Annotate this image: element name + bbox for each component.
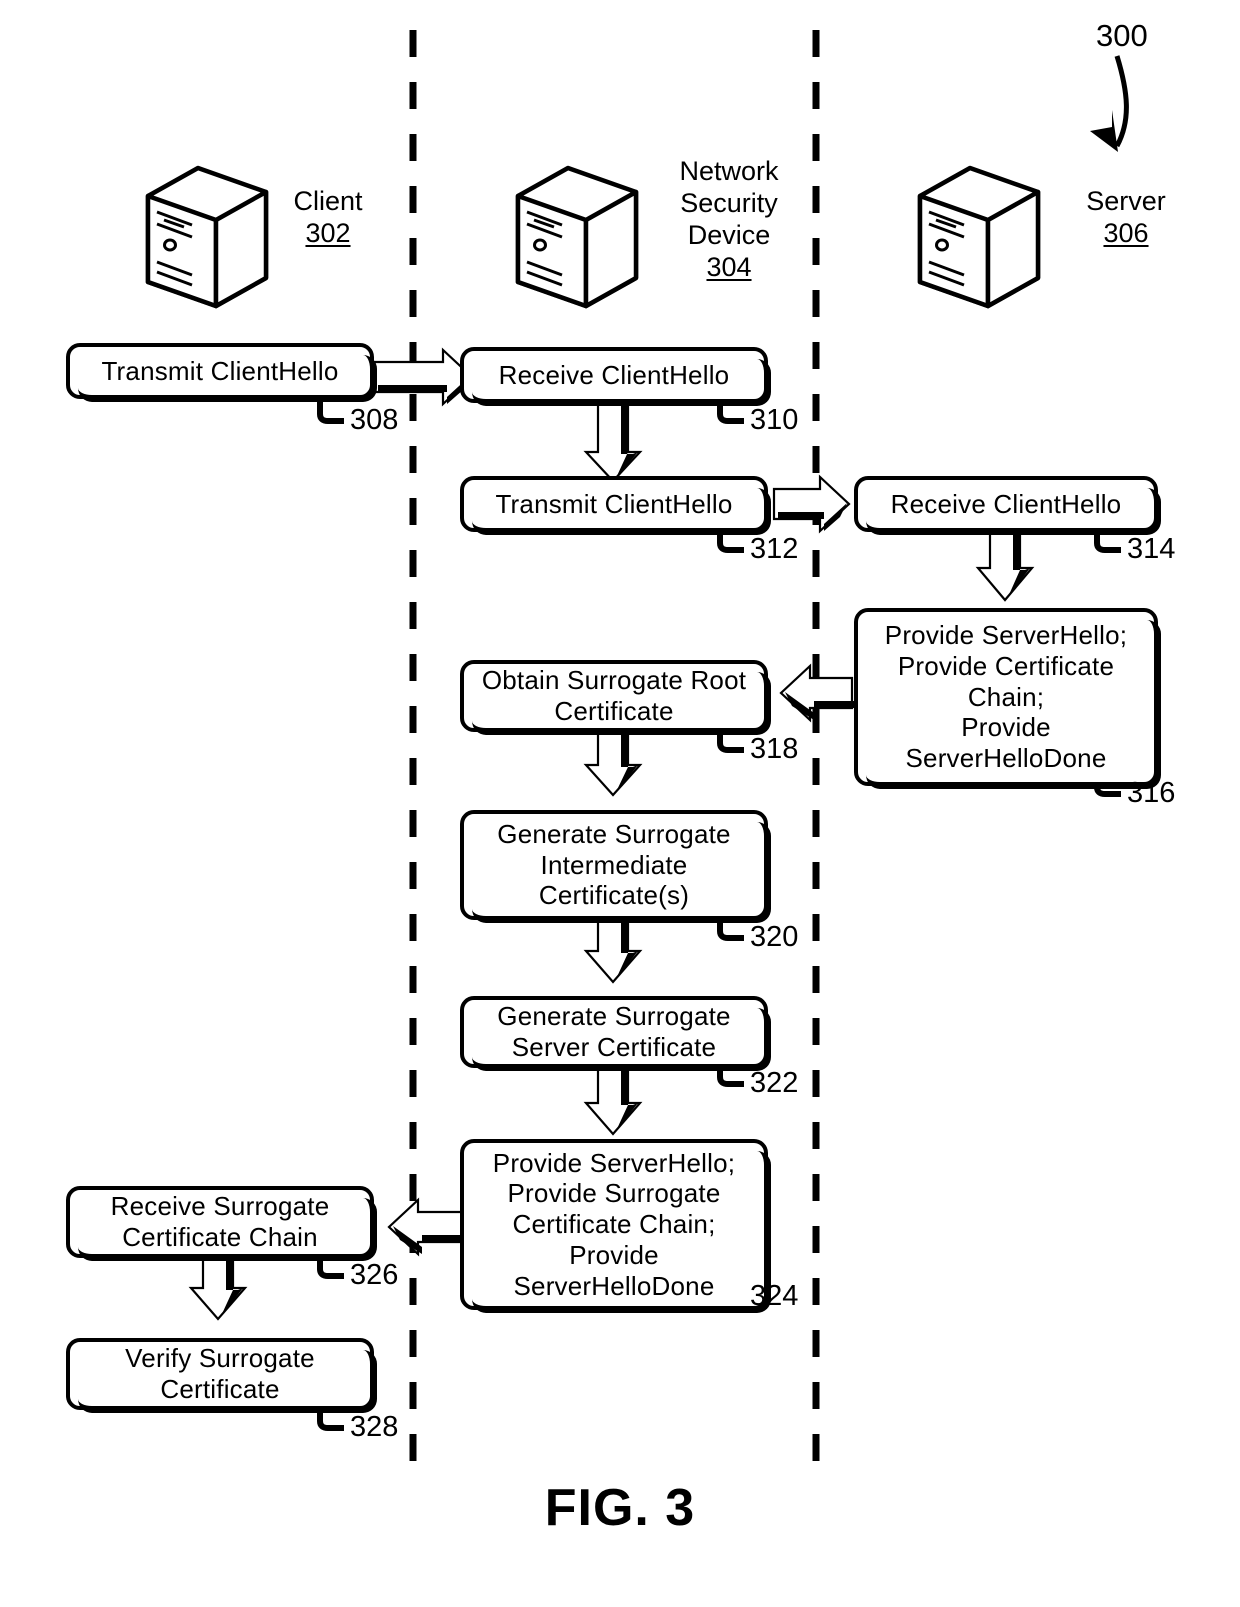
process-box-316-line3: Chain; — [967, 681, 1045, 712]
process-box-320-line1: Generate Surrogate — [497, 818, 731, 849]
lane-heading-nsd: Network Security Device 304 — [646, 155, 812, 284]
process-box-320-line2: Intermediate — [540, 849, 688, 880]
process-box-324[interactable]: Provide ServerHello; Provide Surrogate C… — [460, 1139, 771, 1313]
process-box-316-line4: Provide — [961, 712, 1051, 743]
process-box-322[interactable]: Generate Surrogate Server Certificate — [460, 996, 771, 1071]
process-box-316-line2: Provide Certificate — [897, 650, 1115, 681]
patent-figure-3: 300 Client 302 Network Security Device 3… — [0, 0, 1240, 1607]
reference-numeral-320: 320 — [750, 921, 799, 953]
flow-arrow-320-to-322 — [583, 918, 643, 984]
process-box-312[interactable]: Transmit ClientHello — [460, 476, 771, 535]
computer-tower-icon-nsd — [515, 165, 639, 309]
process-box-320-line3: Certificate(s) — [538, 880, 690, 911]
process-box-318[interactable]: Obtain Surrogate Root Certificate — [460, 660, 771, 735]
process-box-324-line1: Provide ServerHello; — [492, 1147, 736, 1178]
lane-heading-client: Client 302 — [248, 185, 408, 249]
lane-heading-server: Server 306 — [1046, 185, 1206, 249]
process-box-316[interactable]: Provide ServerHello; Provide Certificate… — [854, 608, 1161, 789]
lane-title-nsd-line3: Device — [687, 220, 771, 251]
figure-reference-number: 300 — [1096, 18, 1148, 53]
computer-tower-icon-server — [917, 165, 1041, 309]
reference-numeral-308: 308 — [350, 404, 399, 436]
reference-numeral-326: 326 — [350, 1259, 399, 1291]
figure-number-leader-arrow — [1090, 55, 1129, 152]
lane-ref-client: 302 — [305, 218, 351, 249]
lane-ref-server: 306 — [1103, 218, 1149, 249]
flow-arrow-314-to-316 — [975, 530, 1035, 602]
process-box-324-line2: Provide Surrogate — [507, 1178, 721, 1209]
process-box-326-line1: Receive Surrogate — [110, 1191, 330, 1222]
flow-arrow-308-to-310 — [372, 347, 474, 407]
process-box-316-line5: ServerHelloDone — [905, 743, 1107, 773]
process-box-310[interactable]: Receive ClientHello — [460, 347, 771, 406]
flow-arrow-322-to-324 — [583, 1064, 643, 1136]
process-box-322-line1: Generate Surrogate — [497, 1001, 731, 1032]
process-box-320[interactable]: Generate Surrogate Intermediate Certific… — [460, 810, 771, 923]
leader-hook-308 — [317, 397, 344, 424]
process-box-318-line1: Obtain Surrogate Root — [481, 665, 747, 696]
flow-arrow-312-to-314 — [772, 474, 851, 534]
reference-numeral-314: 314 — [1127, 533, 1176, 565]
process-box-328-line2: Certificate — [160, 1374, 280, 1404]
process-box-308[interactable]: Transmit ClientHello — [66, 343, 377, 402]
process-box-312-line1: Transmit ClientHello — [495, 488, 733, 519]
flow-arrow-324-to-326 — [387, 1197, 466, 1257]
reference-numeral-318: 318 — [750, 733, 799, 765]
reference-numeral-328: 328 — [350, 1411, 399, 1443]
reference-numeral-316: 316 — [1127, 777, 1176, 809]
lane-ref-nsd: 304 — [706, 252, 752, 283]
process-box-322-line2: Server Certificate — [511, 1032, 717, 1062]
process-box-326[interactable]: Receive Surrogate Certificate Chain — [66, 1186, 377, 1261]
process-box-324-line4: Provide — [569, 1239, 659, 1270]
figure-caption: FIG. 3 — [544, 1479, 696, 1537]
process-box-308-line1: Transmit ClientHello — [101, 355, 339, 386]
flow-arrow-318-to-320 — [583, 730, 643, 797]
process-box-318-line2: Certificate — [554, 696, 674, 726]
lane-title-client: Client — [293, 186, 363, 216]
reference-numeral-324: 324 — [750, 1280, 799, 1312]
process-box-328-line1: Verify Surrogate — [125, 1343, 315, 1374]
reference-numeral-310: 310 — [750, 404, 799, 436]
flow-arrow-310-to-312 — [583, 401, 643, 483]
process-box-324-line5: ServerHelloDone — [513, 1270, 715, 1301]
lane-title-server: Server — [1086, 186, 1166, 216]
lane-title-nsd-line1: Network — [679, 156, 779, 186]
lane-title-nsd-line2: Security — [680, 188, 778, 219]
process-box-328[interactable]: Verify Surrogate Certificate — [66, 1338, 377, 1413]
reference-numeral-312: 312 — [750, 533, 799, 565]
process-box-310-line1: Receive ClientHello — [498, 359, 730, 390]
process-box-314[interactable]: Receive ClientHello — [854, 476, 1161, 535]
flow-arrow-326-to-328 — [188, 1256, 248, 1321]
process-box-314-line1: Receive ClientHello — [890, 488, 1122, 519]
reference-numeral-322: 322 — [750, 1067, 799, 1099]
process-box-316-line1: Provide ServerHello; — [884, 620, 1128, 651]
process-box-324-line3: Certificate Chain; — [512, 1209, 716, 1240]
process-box-326-line2: Certificate Chain — [122, 1222, 318, 1252]
